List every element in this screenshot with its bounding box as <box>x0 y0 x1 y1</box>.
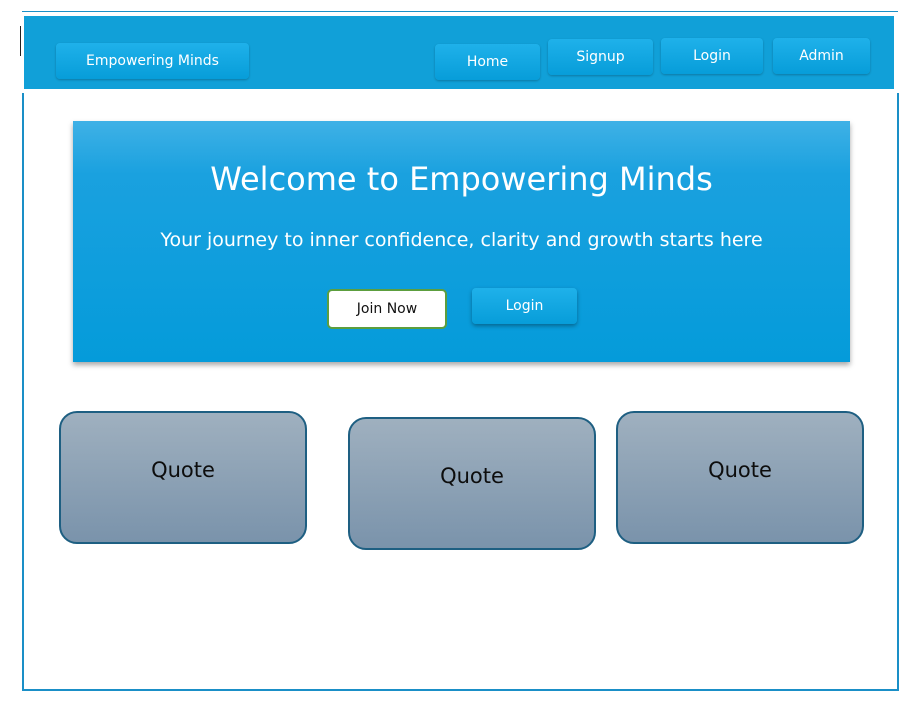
quote-text: Quote <box>708 458 772 482</box>
nav-signup-button[interactable]: Signup <box>548 39 653 75</box>
brand-button[interactable]: Empowering Minds <box>56 43 249 79</box>
quote-card: Quote <box>348 417 596 550</box>
top-divider <box>22 11 898 12</box>
quote-text: Quote <box>440 464 504 488</box>
hero-banner: Welcome to Empowering Minds Your journey… <box>73 121 850 362</box>
join-now-button[interactable]: Join Now <box>327 289 447 329</box>
hero-title: Welcome to Empowering Minds <box>210 160 713 198</box>
hero-login-button[interactable]: Login <box>472 288 577 324</box>
quote-text: Quote <box>151 458 215 482</box>
quote-card: Quote <box>59 411 307 544</box>
nav-admin-button[interactable]: Admin <box>773 38 870 74</box>
nav-login-button[interactable]: Login <box>661 38 763 74</box>
nav-home-button[interactable]: Home <box>435 44 540 80</box>
quote-card: Quote <box>616 411 864 544</box>
hero-subtitle: Your journey to inner confidence, clarit… <box>160 229 763 251</box>
text-cursor <box>20 26 21 56</box>
navbar: Empowering Minds Home Signup Login Admin <box>24 16 894 89</box>
